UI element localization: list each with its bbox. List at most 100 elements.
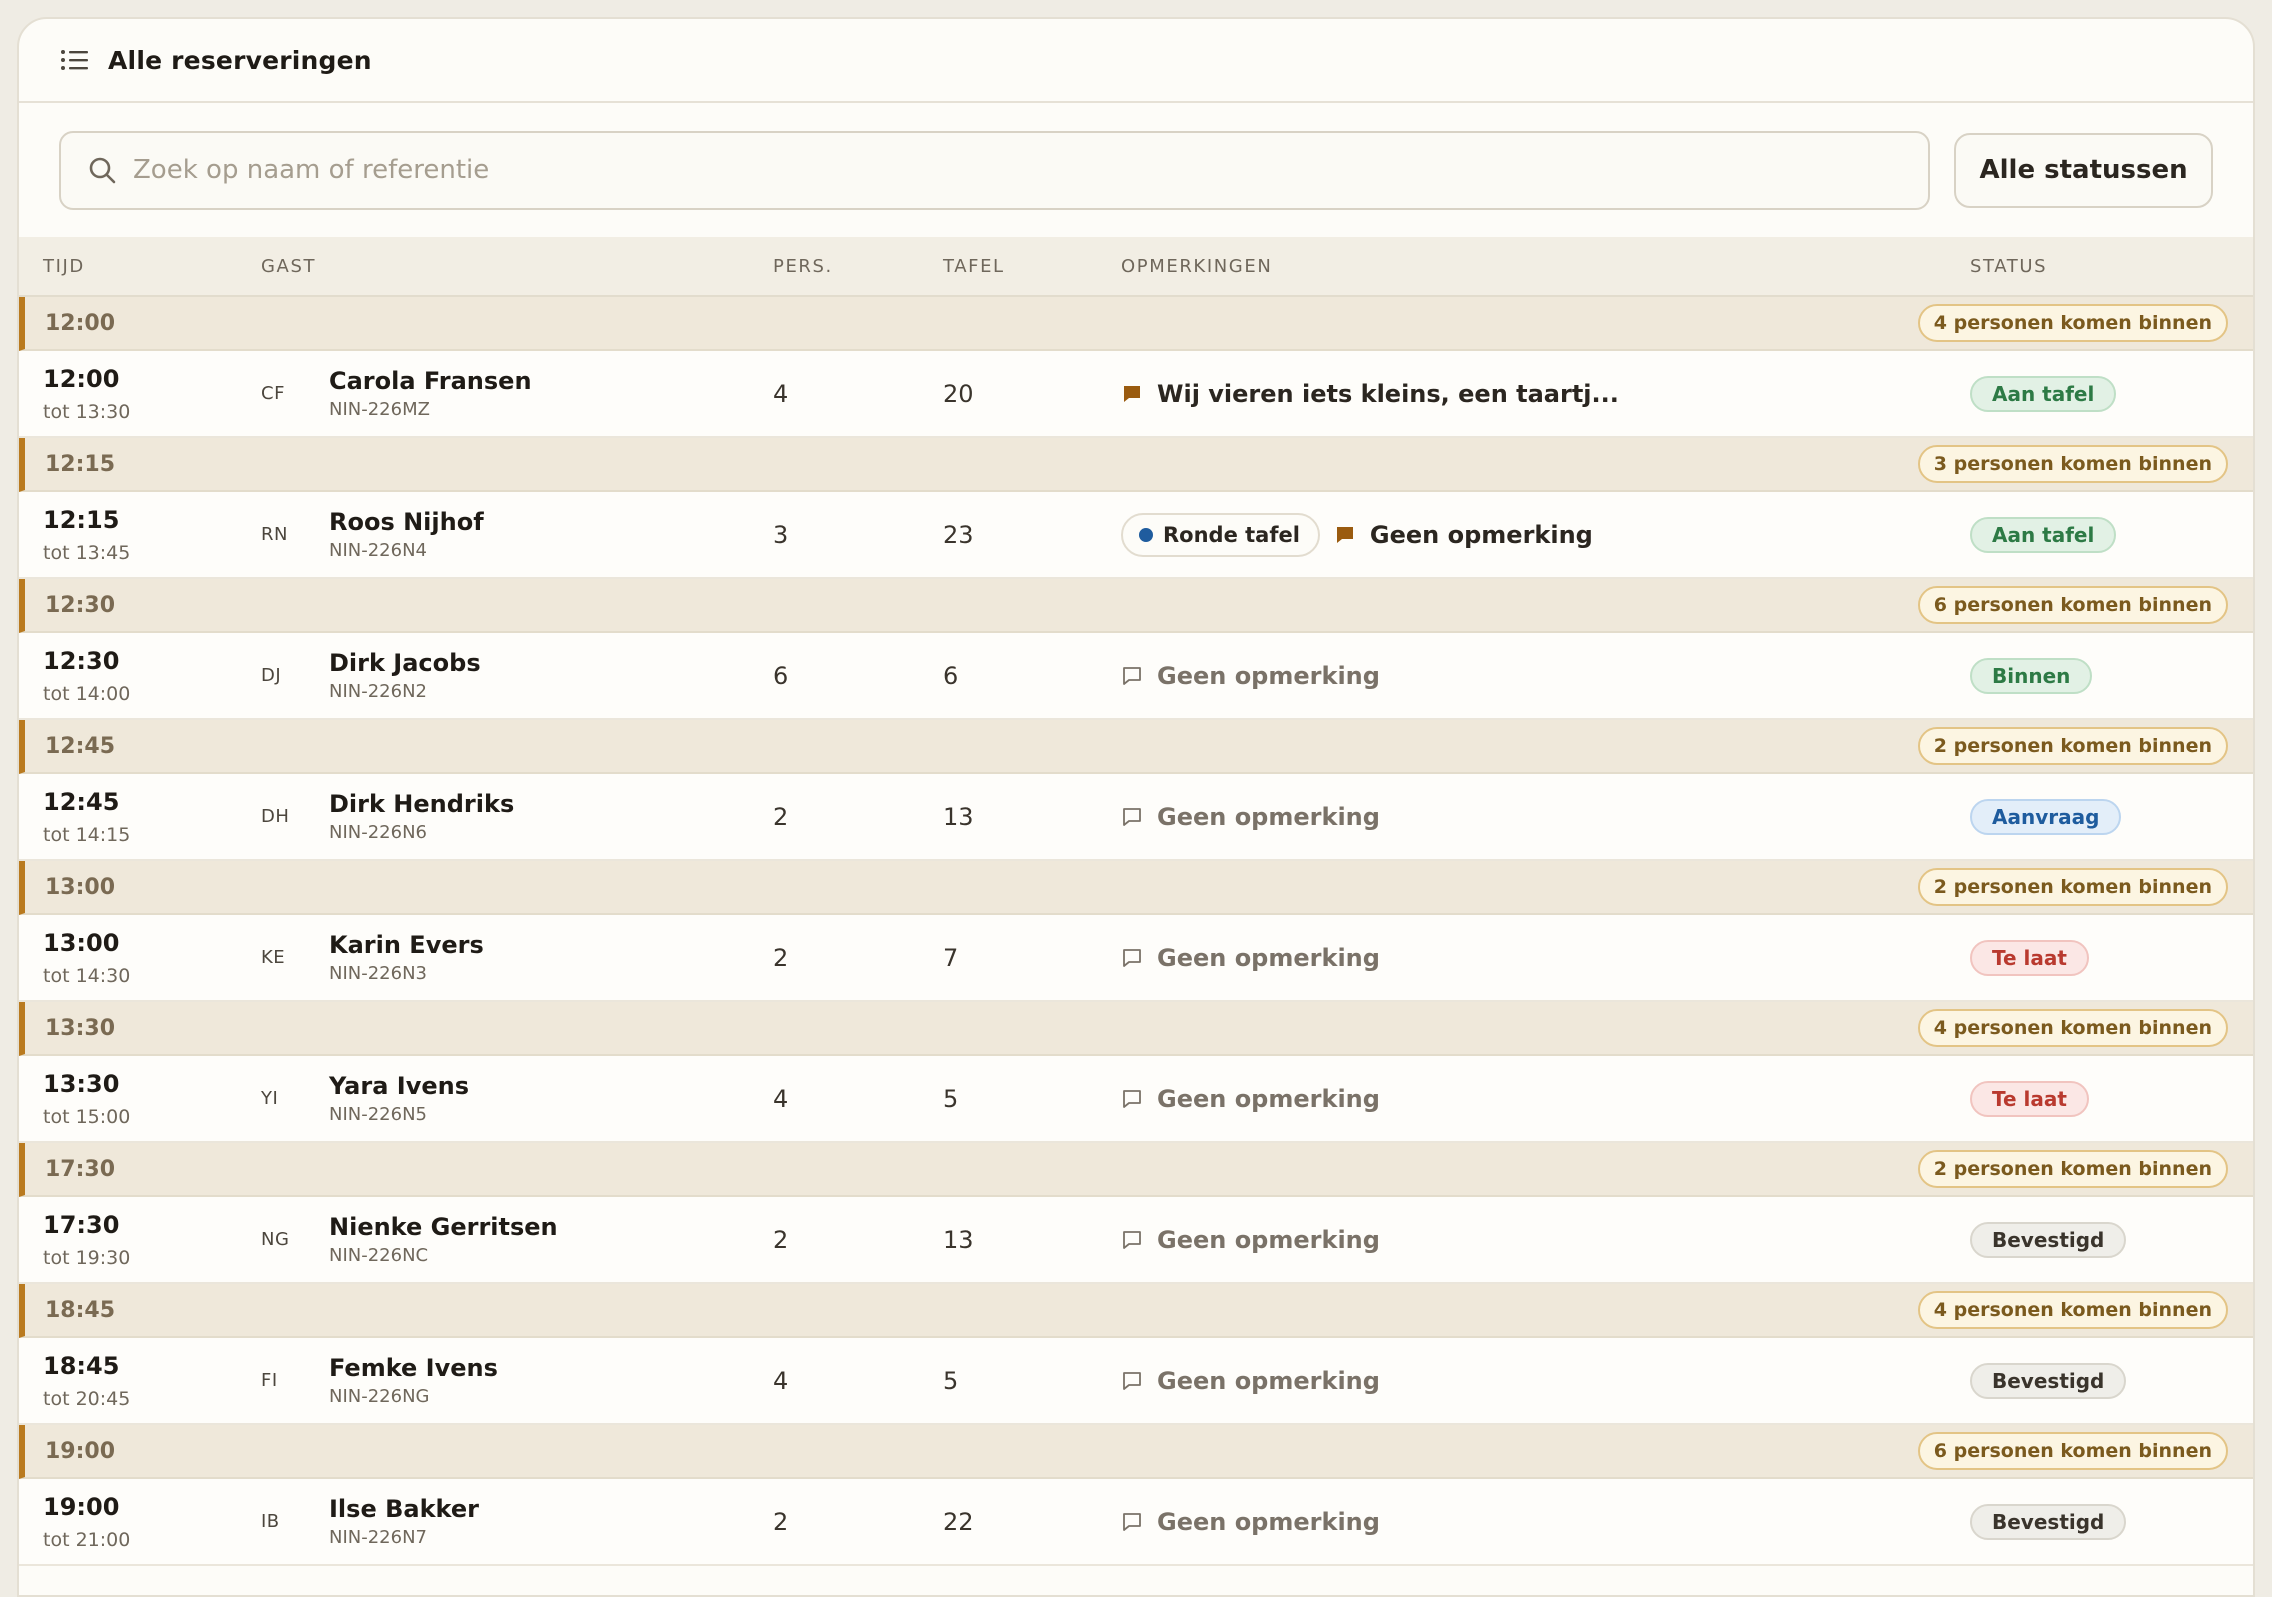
column-header-table[interactable]: TAFEL bbox=[943, 237, 1005, 295]
guest-cell: RN Roos Nijhof NIN-226N4 bbox=[261, 492, 484, 577]
guest-initials: KE bbox=[261, 947, 286, 968]
table-number: 23 bbox=[943, 520, 974, 549]
status-badge[interactable]: Bevestigd bbox=[1970, 1362, 2127, 1399]
time-cell: 12:15 tot 13:45 bbox=[43, 492, 130, 577]
start-time: 12:00 bbox=[43, 364, 120, 393]
guest-name[interactable]: Ilse Bakker bbox=[329, 1495, 479, 1523]
status-cell: Binnen bbox=[1970, 633, 2093, 718]
status-badge[interactable]: Aan tafel bbox=[1970, 375, 2117, 412]
search-input[interactable] bbox=[133, 155, 1929, 185]
arrivals-badge: 3 personen komen binnen bbox=[1917, 445, 2228, 483]
table-body: 12:00 4 personen komen binnen 12:00 tot 13:… bbox=[19, 297, 2253, 1566]
reservation-row[interactable]: 13:00 tot 14:30 KE Karin Evers NIN-226N3 2 7 Ge… bbox=[19, 915, 2253, 1002]
status-filter-button[interactable]: Alle statussen bbox=[1954, 132, 2213, 208]
reservation-row[interactable]: 12:30 tot 14:00 DJ Dirk Jacobs NIN-226N2 6 6 Ge… bbox=[19, 633, 2253, 720]
party-size: 4 bbox=[773, 379, 789, 408]
tag-label: Ronde tafel bbox=[1163, 522, 1300, 547]
start-time: 19:00 bbox=[43, 1492, 120, 1521]
comment-icon bbox=[1123, 1089, 1141, 1108]
guest-cell: FI Femke Ivens NIN-226NG bbox=[261, 1338, 498, 1423]
guest-name[interactable]: Dirk Hendriks bbox=[329, 790, 514, 818]
status-cell: Bevestigd bbox=[1970, 1338, 2127, 1423]
column-header-time[interactable]: TIJD bbox=[43, 237, 85, 295]
status-cell: Aanvraag bbox=[1970, 774, 2122, 859]
status-badge[interactable]: Te laat bbox=[1970, 1080, 2089, 1117]
start-time: 13:30 bbox=[43, 1069, 120, 1098]
start-time: 17:30 bbox=[43, 1210, 120, 1239]
reservation-row[interactable]: 13:30 tot 15:00 YI Yara Ivens NIN-226N5 4 5 Gee… bbox=[19, 1056, 2253, 1143]
group-time: 12:45 bbox=[45, 733, 116, 759]
note: Geen opmerking bbox=[1334, 521, 1593, 549]
group-time: 17:30 bbox=[45, 1156, 116, 1182]
end-time: tot 14:00 bbox=[43, 682, 131, 705]
arrivals-badge: 2 personen komen binnen bbox=[1917, 1150, 2228, 1188]
guest-info: Carola Fransen NIN-226MZ bbox=[329, 367, 532, 420]
party-size: 4 bbox=[773, 1084, 789, 1113]
column-header-status[interactable]: STATUS bbox=[1970, 237, 2047, 295]
status-badge[interactable]: Aan tafel bbox=[1970, 516, 2117, 553]
note: Wij vieren iets kleins, een taartj... bbox=[1121, 380, 1619, 408]
status-cell: Aan tafel bbox=[1970, 351, 2117, 436]
reservation-ref: NIN-226N4 bbox=[329, 540, 428, 561]
reservation-ref: NIN-226N7 bbox=[329, 1527, 428, 1548]
guest-name[interactable]: Carola Fransen bbox=[329, 367, 532, 395]
time-group-header: 13:30 4 personen komen binnen bbox=[19, 1002, 2253, 1056]
guest-cell: DJ Dirk Jacobs NIN-226N2 bbox=[261, 633, 481, 718]
arrivals-badge: 4 personen komen binnen bbox=[1917, 304, 2228, 342]
note-text: Geen opmerking bbox=[1157, 802, 1380, 831]
guest-name[interactable]: Yara Ivens bbox=[329, 1072, 469, 1100]
guest-cell: DH Dirk Hendriks NIN-226N6 bbox=[261, 774, 514, 859]
status-cell: Bevestigd bbox=[1970, 1479, 2127, 1564]
guest-name[interactable]: Dirk Jacobs bbox=[329, 649, 481, 677]
notes-cell: Geen opmerking bbox=[1121, 1056, 1380, 1141]
column-header-guest[interactable]: GAST bbox=[261, 237, 316, 295]
reservation-row[interactable]: 19:00 tot 21:00 IB Ilse Bakker NIN-226N7 2 22 G… bbox=[19, 1479, 2253, 1566]
guest-name[interactable]: Karin Evers bbox=[329, 931, 484, 959]
reservation-ref: NIN-226N6 bbox=[329, 822, 428, 843]
group-time: 13:00 bbox=[45, 874, 116, 900]
arrivals-badge: 4 personen komen binnen bbox=[1917, 1009, 2228, 1047]
guest-name[interactable]: Nienke Gerritsen bbox=[329, 1213, 558, 1241]
comment-icon bbox=[1123, 666, 1141, 685]
guest-initials: RN bbox=[261, 524, 288, 545]
guest-info: Karin Evers NIN-226N3 bbox=[329, 931, 484, 984]
reservation-row[interactable]: 12:00 tot 13:30 CF Carola Fransen NIN-226MZ 4… bbox=[19, 351, 2253, 438]
guest-initials: CF bbox=[261, 383, 285, 404]
reservation-row[interactable]: 17:30 tot 19:30 NG Nienke Gerritsen NIN-226N… bbox=[19, 1197, 2253, 1284]
table-number: 22 bbox=[943, 1507, 974, 1536]
reservation-row[interactable]: 12:15 tot 13:45 RN Roos Nijhof NIN-226N4 3 23 R… bbox=[19, 492, 2253, 579]
group-time: 19:00 bbox=[45, 1438, 116, 1464]
column-header-notes[interactable]: OPMERKINGEN bbox=[1121, 237, 1272, 295]
status-badge[interactable]: Bevestigd bbox=[1970, 1221, 2127, 1258]
notes-cell: Geen opmerking bbox=[1121, 1479, 1380, 1564]
reservation-ref: NIN-226N5 bbox=[329, 1104, 428, 1125]
time-group-header: 17:30 2 personen komen binnen bbox=[19, 1143, 2253, 1197]
notes-cell: Geen opmerking bbox=[1121, 1197, 1380, 1282]
page-title: Alle reserveringen bbox=[108, 45, 372, 75]
time-cell: 19:00 tot 21:00 bbox=[43, 1479, 130, 1564]
search-icon bbox=[89, 157, 116, 184]
reservation-row[interactable]: 12:45 tot 14:15 DH Dirk Hendriks NIN-226N6 2 1… bbox=[19, 774, 2253, 861]
status-badge[interactable]: Bevestigd bbox=[1970, 1503, 2127, 1540]
notes-cell: Ronde tafel Geen opmerking bbox=[1121, 492, 1593, 577]
column-header-pers[interactable]: PERS. bbox=[773, 237, 833, 295]
status-badge[interactable]: Binnen bbox=[1970, 657, 2093, 694]
search-box[interactable] bbox=[59, 130, 1931, 210]
status-badge[interactable]: Aanvraag bbox=[1970, 798, 2122, 835]
status-badge[interactable]: Te laat bbox=[1970, 939, 2089, 976]
reservation-row[interactable]: 18:45 tot 20:45 FI Femke Ivens NIN-226NG 4 5 Ge… bbox=[19, 1338, 2253, 1425]
party-size: 2 bbox=[773, 1507, 789, 1536]
note: Geen opmerking bbox=[1121, 662, 1380, 690]
table-number: 5 bbox=[943, 1366, 959, 1395]
note-text: Geen opmerking bbox=[1157, 1507, 1380, 1536]
note: Geen opmerking bbox=[1121, 1508, 1380, 1536]
guest-name[interactable]: Roos Nijhof bbox=[329, 508, 484, 536]
guest-name[interactable]: Femke Ivens bbox=[329, 1354, 498, 1382]
notes-cell: Geen opmerking bbox=[1121, 915, 1380, 1000]
guest-initials: FI bbox=[261, 1370, 278, 1391]
party-size: 2 bbox=[773, 802, 789, 831]
time-group-header: 18:45 4 personen komen binnen bbox=[19, 1284, 2253, 1338]
note: Geen opmerking bbox=[1121, 1226, 1380, 1254]
table-tag: Ronde tafel bbox=[1121, 512, 1320, 557]
end-time: tot 19:30 bbox=[43, 1246, 131, 1269]
